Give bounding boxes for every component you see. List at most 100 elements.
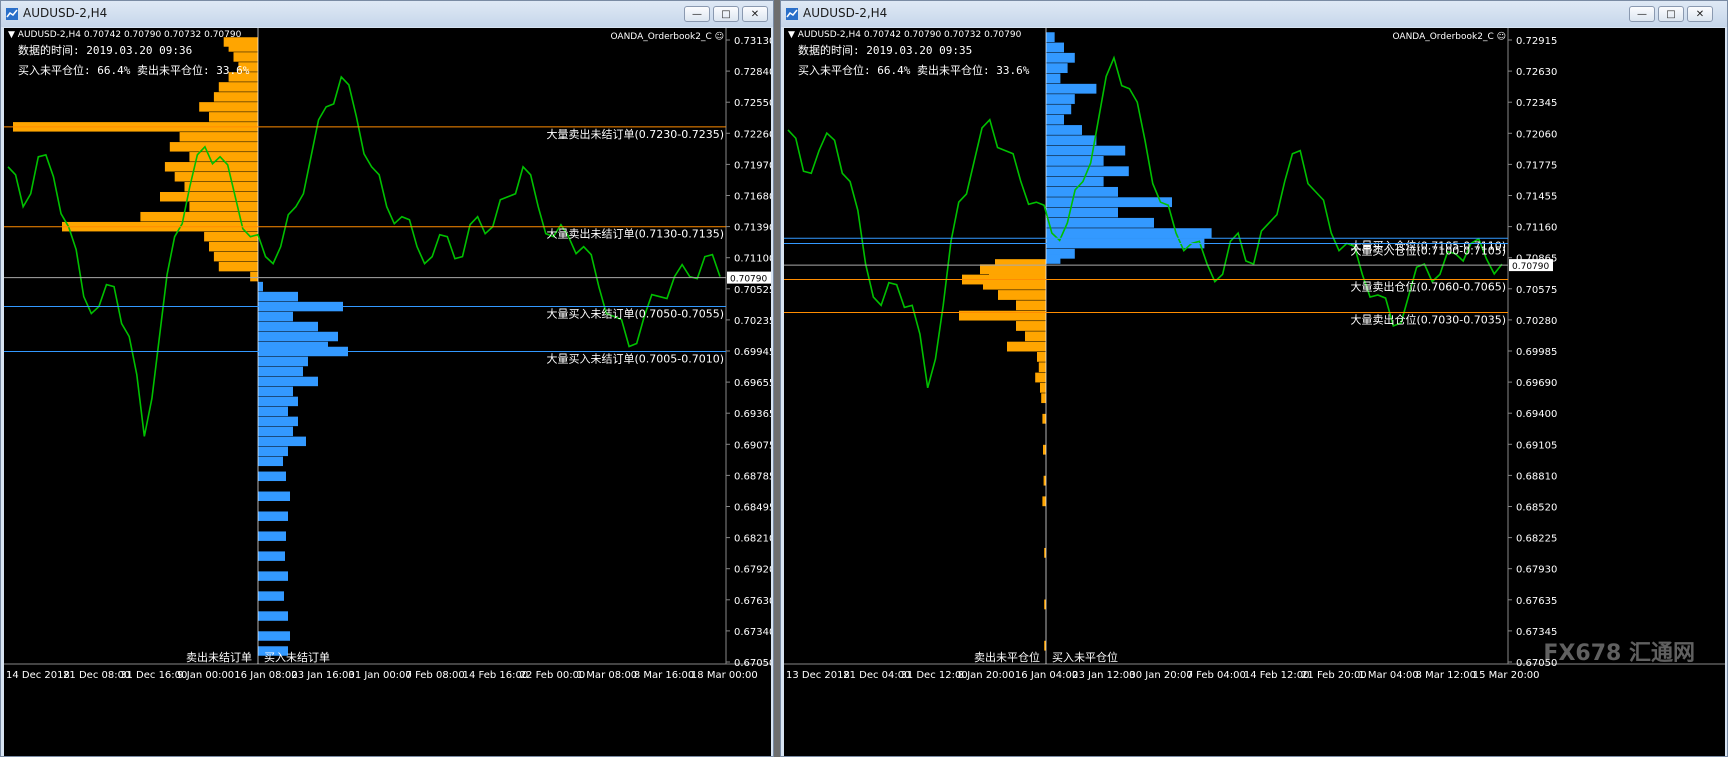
price-tick-label: 0.67635 xyxy=(1516,596,1557,607)
buy-order-bar xyxy=(1046,254,1061,264)
date-tick-label: 21 Feb 20:00 xyxy=(1301,670,1367,681)
close-button[interactable]: ✕ xyxy=(1687,6,1713,22)
data-time-label: 数据的时间: 2019.03.20 09:36 xyxy=(18,43,192,57)
buy-order-bar xyxy=(258,311,293,322)
price-tick-label: 0.71680 xyxy=(734,192,771,203)
window-title: AUDUSD-2,H4 xyxy=(23,6,108,20)
buy-order-bar xyxy=(258,631,290,641)
buy-order-bar xyxy=(1046,207,1118,218)
price-tick-label: 0.72915 xyxy=(1516,36,1557,47)
buy-order-bar xyxy=(1046,114,1064,125)
sell-order-bar xyxy=(1007,341,1046,352)
date-tick-label: 30 Jan 20:00 xyxy=(1129,670,1192,681)
sell-order-bar xyxy=(983,279,1046,290)
maximize-button[interactable]: □ xyxy=(713,6,739,22)
price-tick-label: 0.70575 xyxy=(1516,285,1557,296)
price-tick-label: 0.71970 xyxy=(734,160,771,171)
date-tick-label: 14 Feb 12:00 xyxy=(1244,670,1310,681)
date-tick-label: 8 Jan 20:00 xyxy=(958,670,1015,681)
level-label: 大量卖出仓位(0.7060-0.7065) xyxy=(1350,280,1506,294)
price-tick-label: 0.69365 xyxy=(734,409,771,420)
close-button[interactable]: ✕ xyxy=(742,6,768,22)
chart-canvas-right: 大量买入仓位(0.7105-0.7110)大量买入仓位(0.7100-0.710… xyxy=(784,28,1725,681)
minimize-button[interactable]: — xyxy=(684,6,710,22)
date-tick-label: 18 Mar 00:00 xyxy=(691,670,758,681)
price-tick-label: 0.69400 xyxy=(1516,409,1557,420)
price-tick-label: 0.71100 xyxy=(734,254,771,265)
price-tick-label: 0.67340 xyxy=(734,627,771,638)
sell-order-bar xyxy=(1035,372,1046,383)
date-tick-label: 16 Jan 08:00 xyxy=(234,670,297,681)
buy-order-bar xyxy=(1046,104,1072,115)
date-tick-label: 31 Jan 00:00 xyxy=(348,670,411,681)
buy-order-bar xyxy=(258,491,290,501)
buy-order-bar xyxy=(258,611,288,621)
level-label: 大量卖出仓位(0.7030-0.7035) xyxy=(1350,313,1506,327)
buy-order-bar xyxy=(1046,32,1055,43)
price-chart-right[interactable]: 大量买入仓位(0.7105-0.7110) 大量买入仓位(0.7100-0.710… xyxy=(784,28,1725,756)
price-tick-label: 0.69985 xyxy=(1516,347,1557,358)
buy-order-bar xyxy=(1046,217,1154,228)
sell-profile-label: 卖出未结订单 xyxy=(186,650,252,664)
price-tick-label: 0.68785 xyxy=(734,471,771,482)
watermark-logo: FX678 汇通网 xyxy=(1543,641,1695,666)
sell-order-bar xyxy=(1025,331,1046,342)
buy-order-bar xyxy=(1046,52,1075,63)
price-chart-left[interactable]: 大量卖出未结订单(0.7230-0.7235) 大量卖出未结订单(0.7130-0… xyxy=(4,28,771,756)
title-bar[interactable]: AUDUSD-2,H4 — □ ✕ xyxy=(1,1,773,27)
price-tick-label: 0.70865 xyxy=(1516,254,1557,265)
price-tick-label: 0.73130 xyxy=(734,36,771,47)
symbol-info: ▼ AUDUSD-2,H4 0.70742 0.70790 0.70732 0.… xyxy=(8,30,242,40)
price-tick-label: 0.69655 xyxy=(734,378,771,389)
price-tick-label: 0.72840 xyxy=(734,67,771,78)
symbol-info: ▼ AUDUSD-2,H4 0.70742 0.70790 0.70732 0.… xyxy=(788,30,1022,40)
buy-order-bar xyxy=(258,406,288,417)
price-tick-label: 0.69075 xyxy=(734,440,771,451)
price-tick-label: 0.68225 xyxy=(1516,534,1557,545)
sell-order-bar xyxy=(209,241,258,252)
price-tick-label: 0.68810 xyxy=(1516,471,1557,482)
level-label: 大量买入仓位(0.7100-0.7105) xyxy=(1350,243,1506,257)
buy-order-bar xyxy=(258,331,338,342)
chart-app-icon xyxy=(786,8,798,20)
position-ratio-label: 买入未平仓位: 66.4% 卖出未平仓位: 33.6% xyxy=(18,63,250,77)
buy-order-bar xyxy=(258,511,288,521)
sell-order-bar xyxy=(160,191,258,202)
buy-order-bar xyxy=(1046,145,1126,156)
sell-order-bar xyxy=(233,52,258,62)
price-tick-label: 0.72345 xyxy=(1516,98,1557,109)
sell-order-bar xyxy=(218,82,258,92)
date-tick-label: 7 Feb 04:00 xyxy=(1187,670,1246,681)
minimize-button[interactable]: — xyxy=(1629,6,1655,22)
buy-order-bar xyxy=(258,571,288,581)
chart-window-right: AUDUSD-2,H4 — □ ✕ 大量买入仓位(0.7105-0.7110) 大… xyxy=(780,0,1728,757)
position-ratio-label: 买入未平仓位: 66.4% 卖出未平仓位: 33.6% xyxy=(798,63,1030,77)
buy-order-bar xyxy=(258,436,306,447)
indicator-name: OANDA_Orderbook2_C ☺ xyxy=(1392,31,1506,42)
buy-order-bar xyxy=(1046,125,1082,135)
sell-order-bar xyxy=(1042,496,1046,507)
chart-app-icon xyxy=(6,8,18,20)
title-bar[interactable]: AUDUSD-2,H4 — □ ✕ xyxy=(781,1,1727,27)
buy-order-bar xyxy=(1046,135,1097,146)
sell-profile-label: 卖出未平仓位 xyxy=(974,650,1040,664)
buy-order-bar xyxy=(1046,63,1068,73)
price-tick-label: 0.69945 xyxy=(734,347,771,358)
buy-order-bar xyxy=(258,426,293,437)
buy-order-bar xyxy=(258,446,288,457)
price-tick-label: 0.71455 xyxy=(1516,192,1557,203)
price-tick-label: 0.71775 xyxy=(1516,160,1557,171)
maximize-button[interactable]: □ xyxy=(1658,6,1684,22)
buy-order-bar xyxy=(1046,186,1118,197)
buy-profile-label: 买入未平仓位 xyxy=(1052,650,1118,664)
data-time-label: 数据的时间: 2019.03.20 09:35 xyxy=(798,43,972,57)
price-tick-label: 0.68520 xyxy=(1516,503,1557,514)
buy-order-bar xyxy=(258,281,263,292)
price-tick-label: 0.67930 xyxy=(1516,565,1557,576)
sell-order-bar xyxy=(179,132,258,142)
buy-order-bar xyxy=(1046,176,1104,187)
indicator-name: OANDA_Orderbook2_C ☺ xyxy=(610,31,724,42)
buy-order-bar xyxy=(1046,73,1061,84)
buy-order-bar xyxy=(1046,42,1064,53)
price-tick-label: 0.67345 xyxy=(1516,627,1557,638)
